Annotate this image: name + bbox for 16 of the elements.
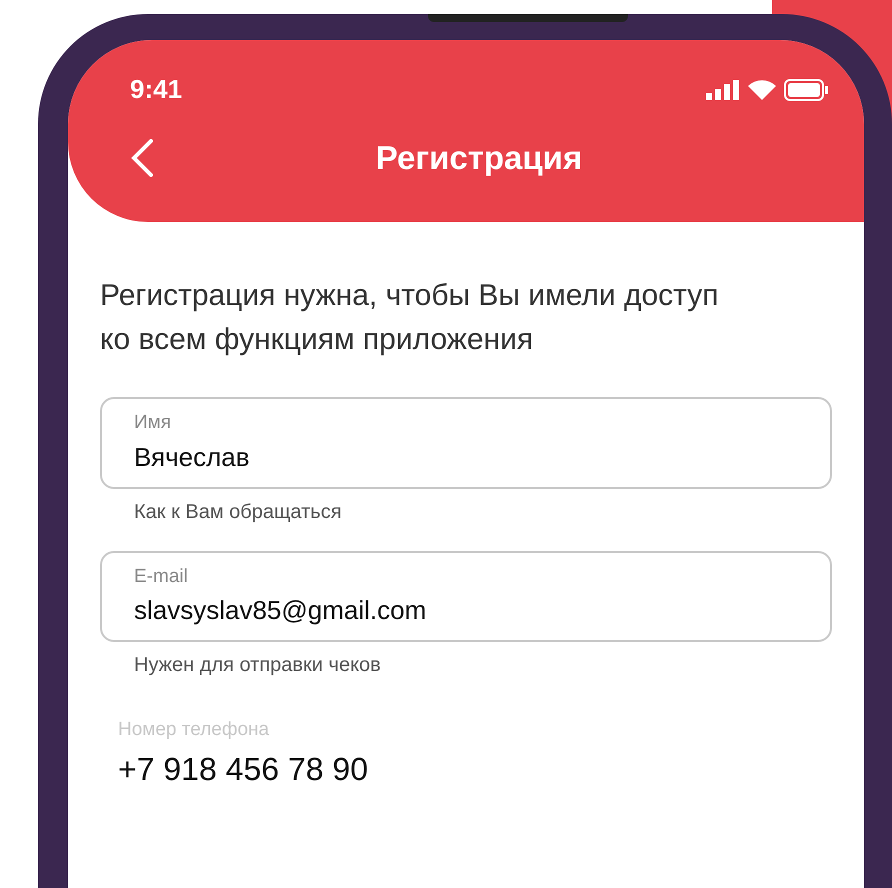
- helper-text: Нужен для отправки чеков: [134, 653, 382, 678]
- helper-text: Как к Вам обращаться: [134, 500, 343, 524]
- text-field[interactable]: E-mail slavsyslav85@gmail.com: [100, 550, 832, 642]
- text-field[interactable]: Имя Вячеслав: [100, 397, 832, 488]
- wifi-icon: [748, 80, 776, 100]
- text-input[interactable]: +7 918 456 78 90: [118, 744, 798, 792]
- signal-icon: [706, 80, 740, 100]
- text-input[interactable]: slavsyslav85@gmail.com: [134, 591, 798, 630]
- status-time: 9:41: [130, 73, 182, 106]
- battery-icon: [784, 78, 828, 100]
- field-label: Имя: [134, 411, 172, 435]
- intro-text: Регистрация нужна, чтобы Вы имели доступ ко всем функциям приложения: [100, 278, 720, 358]
- back-icon[interactable]: [130, 138, 154, 178]
- field-label: E-mail: [134, 564, 189, 588]
- text-input[interactable]: Вячеслав: [134, 438, 798, 476]
- screen-title: Регистрация: [376, 139, 582, 176]
